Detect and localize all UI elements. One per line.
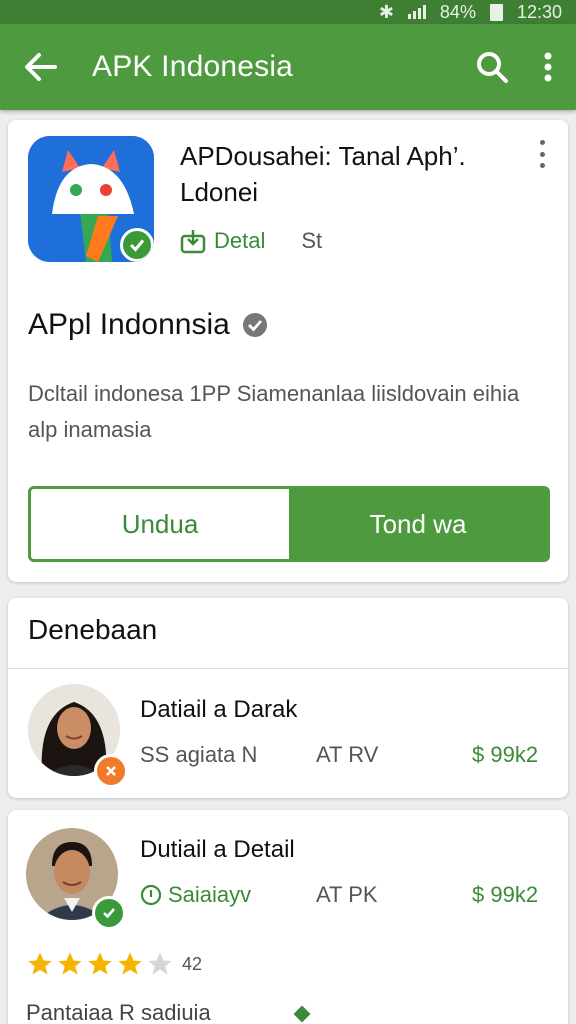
list-item-meta-row: Saiaiayv	[140, 882, 251, 908]
list-item-price: $ 99k2	[472, 742, 539, 767]
verified-icon	[242, 313, 267, 337]
overflow-menu-button[interactable]	[520, 24, 576, 110]
verified-badge	[92, 896, 126, 930]
check-icon	[129, 239, 145, 252]
battery-percent: 84%	[439, 1, 476, 22]
clock: 12:30	[516, 1, 562, 22]
rating-count: 42	[182, 953, 203, 974]
verified-badge	[120, 228, 154, 262]
app-name-text: APpl Indonnsia	[28, 308, 230, 341]
arrow-back-icon	[25, 53, 57, 81]
list-item-meta: Saiaiayv	[168, 882, 252, 907]
signal-icon	[407, 5, 426, 19]
close-icon	[106, 766, 116, 776]
back-button[interactable]	[0, 24, 80, 110]
status-badge-orange	[94, 754, 128, 788]
list-item-code: AT PK	[316, 882, 378, 907]
battery-icon	[489, 3, 503, 21]
app-name: APpl Indonnsia	[28, 308, 268, 342]
diamond-icon	[293, 1005, 311, 1023]
app-description: Dcltail indonesa 1PP Siamenanlaa liisldo…	[28, 381, 520, 442]
list-item-meta: SS agiata N	[140, 742, 258, 767]
detail-link[interactable]: Detal	[214, 228, 265, 254]
search-icon	[477, 52, 508, 83]
install-button[interactable]: Tond wa	[289, 489, 547, 559]
bluetooth-icon: ✱	[378, 1, 394, 22]
divider	[8, 668, 568, 669]
star-icon	[58, 952, 82, 975]
download-button[interactable]: Undua	[31, 489, 289, 559]
search-button[interactable]	[464, 24, 520, 110]
star-rating: 42	[26, 950, 202, 978]
check-icon	[103, 908, 115, 919]
extra-label: St	[301, 228, 323, 253]
info-icon	[140, 884, 162, 906]
star-icon	[88, 952, 112, 975]
app-bar: APK Indonesia	[0, 24, 576, 110]
star-empty-icon	[148, 952, 172, 975]
list-item-name[interactable]: Datiail a Darak	[140, 696, 297, 724]
card-more-button[interactable]	[530, 140, 554, 168]
status-bar: ✱ 84% 12:30	[0, 0, 576, 24]
app-meta: Detal St	[180, 228, 322, 254]
app-detail-card: APDousahei: Tanal Aph’. Ldonei Detal St …	[8, 120, 568, 582]
star-icon	[118, 952, 142, 975]
download-icon	[180, 230, 206, 254]
review-item-card: Dutiail a Detail Saiaiayv AT PK $ 99k2 4…	[8, 810, 568, 1024]
list-item-price: $ 99k2	[472, 882, 539, 907]
section-title: Denebaan	[28, 614, 158, 645]
more-vert-icon	[544, 52, 552, 82]
list-item-code: AT RV	[316, 742, 379, 767]
footer-text: Pantaiaa R sadiuia	[26, 1000, 211, 1024]
app-icon[interactable]	[28, 136, 154, 262]
app-title: APDousahei: Tanal Aph’. Ldonei	[180, 141, 466, 207]
action-buttons: Undua Tond wa	[28, 486, 550, 562]
list-item-name[interactable]: Dutiail a Detail	[140, 836, 295, 864]
star-icon	[28, 952, 52, 975]
reviews-card: Denebaan Datiail a Darak SS agiata N AT …	[8, 598, 568, 798]
page-title: APK Indonesia	[92, 50, 294, 83]
